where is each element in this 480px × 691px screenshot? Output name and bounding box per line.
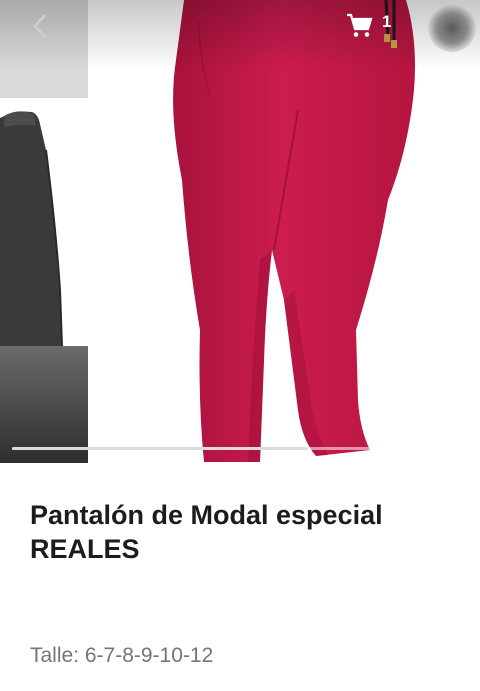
shopping-cart-icon <box>347 13 373 37</box>
user-avatar[interactable] <box>428 4 476 52</box>
chevron-left-icon <box>33 14 46 38</box>
gallery-progress-slider[interactable] <box>12 447 468 450</box>
image-floor <box>0 346 88 463</box>
product-size-info: Talle: 6-7-8-9-10-12 <box>30 644 214 667</box>
product-screen: 1 Pantalón de Modal especial REALES Tall… <box>0 0 480 691</box>
cart-button[interactable] <box>340 8 380 44</box>
gallery-progress-fill <box>12 447 309 450</box>
image-gallery[interactable]: 1 <box>0 0 480 463</box>
product-title: Pantalón de Modal especial REALES <box>30 500 383 564</box>
grey-pants-image <box>0 111 63 346</box>
back-button[interactable] <box>18 6 62 46</box>
top-overlay <box>0 0 480 70</box>
cart-count-badge: 1 <box>382 12 392 31</box>
